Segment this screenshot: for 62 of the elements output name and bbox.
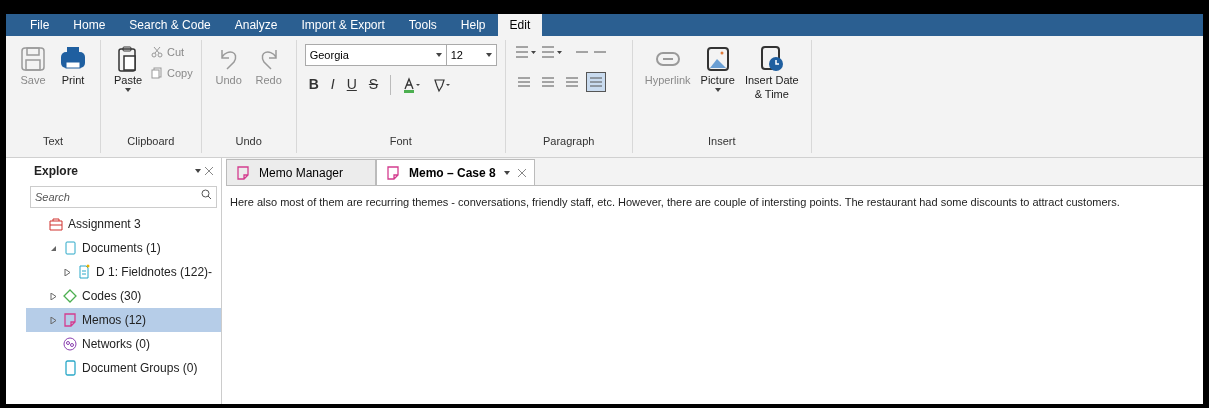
menu-tab[interactable]: Tools bbox=[396, 14, 449, 36]
briefcase-icon bbox=[48, 216, 64, 232]
tree-item[interactable]: Networks (0) bbox=[26, 332, 221, 356]
caret-icon bbox=[195, 169, 201, 173]
print-button[interactable]: Print bbox=[54, 40, 92, 88]
search-field[interactable]: Search bbox=[30, 186, 217, 208]
caret-icon bbox=[714, 87, 721, 92]
caret-icon bbox=[125, 87, 131, 92]
memo-icon bbox=[385, 164, 401, 181]
paste-button[interactable]: Paste bbox=[109, 40, 147, 92]
menu-tab[interactable]: Edit bbox=[497, 14, 543, 36]
memo-icon bbox=[62, 312, 78, 328]
panel-title: Explore bbox=[34, 163, 78, 180]
text-style-button[interactable]: U bbox=[346, 74, 357, 95]
menu-tab[interactable]: Import & Export bbox=[289, 14, 397, 36]
expand-arrow-icon[interactable] bbox=[49, 316, 57, 324]
tree-item[interactable]: Codes (30) bbox=[26, 284, 221, 308]
document-tab[interactable]: Memo – Case 8 bbox=[376, 159, 535, 185]
caret-icon bbox=[435, 53, 442, 57]
font-color-icon[interactable] bbox=[403, 76, 422, 93]
tree-item[interactable]: Document Groups (0) bbox=[26, 356, 221, 380]
document-tab[interactable]: Memo Manager bbox=[226, 159, 376, 185]
ribbon-group-label: Clipboard bbox=[126, 133, 176, 149]
font-name-dropdown[interactable]: Georgia bbox=[304, 44, 447, 66]
datetime-button[interactable]: Insert Date & Time bbox=[740, 40, 803, 102]
text-document-icon bbox=[76, 264, 92, 280]
menu-tab[interactable]: Search & Code bbox=[117, 14, 223, 36]
tree-item[interactable]: Memos (12) bbox=[26, 308, 221, 332]
expand-arrow-icon[interactable] bbox=[63, 268, 71, 276]
menu-tab[interactable]: Help bbox=[448, 14, 498, 36]
align-button[interactable] bbox=[585, 72, 606, 92]
memo-text: Here also most of them are recurring themes - conversations, friendly staff, etc. However, there are couple of intersting points. The restaurant had some discounts to attract customers. bbox=[229, 195, 1121, 210]
expand-arrow-icon[interactable] bbox=[49, 292, 57, 300]
document-group-icon bbox=[62, 360, 78, 376]
copy-icon bbox=[151, 66, 163, 79]
search-icon bbox=[201, 189, 212, 200]
menu-tab[interactable]: Home bbox=[61, 14, 118, 36]
caret-icon bbox=[485, 53, 492, 57]
picture-button[interactable]: Picture bbox=[696, 40, 739, 92]
ribbon-group-label: Font bbox=[388, 133, 413, 149]
text-style-button[interactable]: B bbox=[308, 74, 319, 95]
collapse-arrow-icon[interactable] bbox=[49, 244, 57, 252]
document-icon bbox=[62, 240, 78, 256]
ribbon-group-label: Insert bbox=[707, 133, 737, 149]
font-size-dropdown[interactable]: 12 bbox=[446, 44, 497, 66]
ribbon-group-label: Text bbox=[41, 133, 65, 149]
menu-tab[interactable]: File bbox=[18, 14, 62, 36]
diamond-icon bbox=[62, 288, 78, 304]
text-style-button[interactable]: I bbox=[330, 74, 335, 95]
caret-icon bbox=[503, 170, 510, 175]
tree-item[interactable]: D 1: Fieldnotes (122)- bbox=[26, 260, 221, 284]
ribbon-group-label: Paragraph bbox=[542, 133, 596, 149]
ribbon-group-label: Undo bbox=[234, 133, 263, 149]
close-icon[interactable] bbox=[205, 167, 213, 175]
tree-item[interactable]: Assignment 3 bbox=[26, 212, 221, 236]
close-icon[interactable] bbox=[517, 168, 526, 177]
tree-item[interactable]: Documents (1) bbox=[26, 236, 221, 260]
text-style-button[interactable]: S bbox=[368, 74, 379, 95]
menu-tab[interactable]: Analyze bbox=[222, 14, 290, 36]
network-icon bbox=[62, 336, 78, 352]
scissors-icon bbox=[151, 46, 163, 59]
memo-icon bbox=[235, 164, 251, 181]
